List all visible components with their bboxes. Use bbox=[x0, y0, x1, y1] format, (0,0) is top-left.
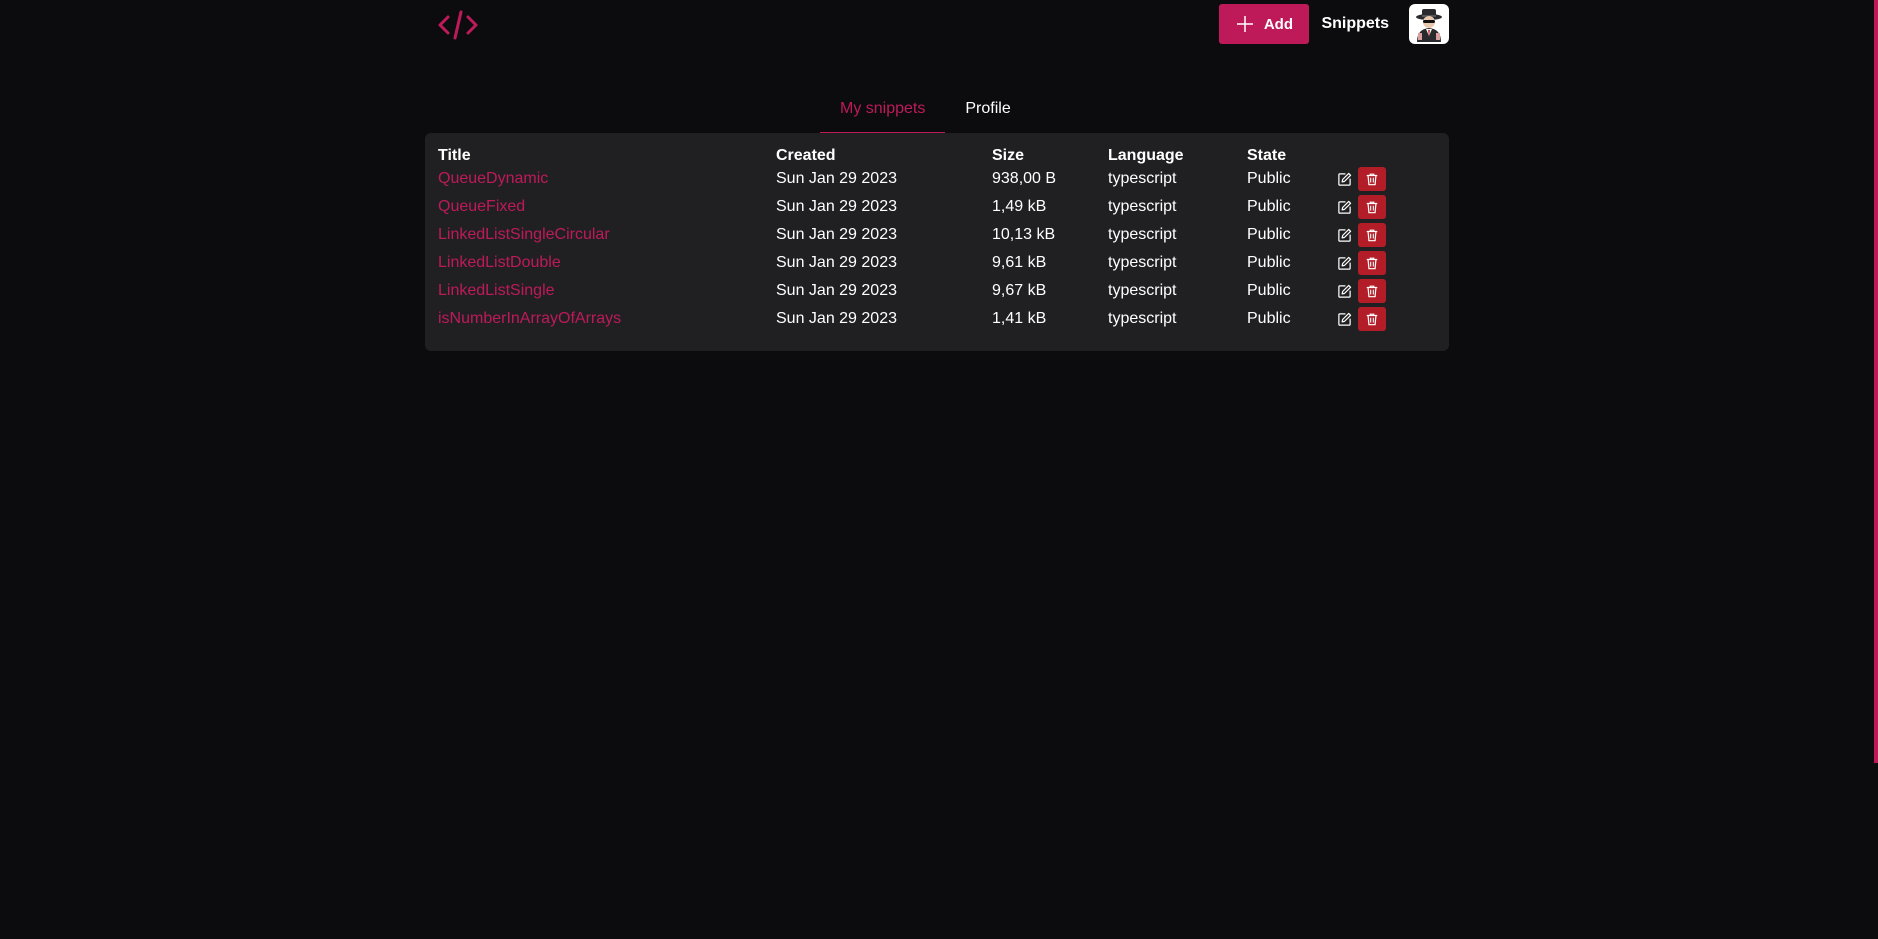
snippet-language: typescript bbox=[1108, 226, 1177, 243]
delete-button[interactable] bbox=[1358, 195, 1386, 219]
edit-icon[interactable] bbox=[1336, 199, 1352, 215]
trash-icon bbox=[1366, 257, 1378, 270]
header-title: Title bbox=[438, 147, 471, 164]
snippet-title-link[interactable]: isNumberInArrayOfArrays bbox=[438, 310, 621, 327]
scrollbar[interactable] bbox=[1874, 0, 1878, 763]
delete-button[interactable] bbox=[1358, 307, 1386, 331]
plus-icon bbox=[1236, 15, 1254, 33]
snippet-language: typescript bbox=[1108, 310, 1177, 327]
snippet-title-link[interactable]: LinkedListSingleCircular bbox=[438, 226, 610, 243]
row-actions bbox=[1336, 307, 1416, 331]
snippet-state: Public bbox=[1247, 226, 1291, 243]
row-actions bbox=[1336, 251, 1416, 275]
snippet-created: Sun Jan 29 2023 bbox=[776, 198, 897, 215]
header-size: Size bbox=[992, 147, 1025, 164]
edit-icon[interactable] bbox=[1336, 255, 1352, 271]
snippet-state: Public bbox=[1247, 254, 1291, 271]
snippet-size: 938,00 B bbox=[992, 170, 1057, 187]
header-created: Created bbox=[776, 147, 836, 164]
snippet-language: typescript bbox=[1108, 170, 1177, 187]
row-actions bbox=[1336, 167, 1416, 191]
snippet-created: Sun Jan 29 2023 bbox=[776, 170, 897, 187]
snippets-table: Title Created Size Language State QueueD… bbox=[438, 147, 1416, 333]
spy-avatar-icon[interactable] bbox=[1409, 4, 1449, 44]
header-actions: Add Snippets bbox=[1219, 4, 1449, 44]
snippet-title-link[interactable]: QueueFixed bbox=[438, 198, 525, 215]
nav-snippets-link[interactable]: Snippets bbox=[1321, 15, 1389, 33]
table-header-row: Title Created Size Language State bbox=[438, 147, 1416, 165]
delete-button[interactable] bbox=[1358, 251, 1386, 275]
table-row: QueueDynamic Sun Jan 29 2023 938,00 B ty… bbox=[438, 165, 1416, 193]
table-row: LinkedListSingle Sun Jan 29 2023 9,67 kB… bbox=[438, 277, 1416, 305]
snippet-size: 1,41 kB bbox=[992, 310, 1047, 327]
header-actions bbox=[1336, 147, 1416, 165]
snippet-language: typescript bbox=[1108, 282, 1177, 299]
header: Add Snippets bbox=[425, 0, 1449, 48]
header-language: Language bbox=[1108, 147, 1184, 164]
delete-button[interactable] bbox=[1358, 223, 1386, 247]
trash-icon bbox=[1366, 201, 1378, 214]
tab-profile[interactable]: Profile bbox=[945, 100, 1030, 132]
edit-icon[interactable] bbox=[1336, 283, 1352, 299]
table-row: LinkedListDouble Sun Jan 29 2023 9,61 kB… bbox=[438, 249, 1416, 277]
trash-icon bbox=[1366, 313, 1378, 326]
add-button[interactable]: Add bbox=[1219, 4, 1310, 44]
snippet-title-link[interactable]: QueueDynamic bbox=[438, 170, 548, 187]
row-actions bbox=[1336, 223, 1416, 247]
table-row: LinkedListSingleCircular Sun Jan 29 2023… bbox=[438, 221, 1416, 249]
snippet-created: Sun Jan 29 2023 bbox=[776, 310, 897, 327]
edit-icon[interactable] bbox=[1336, 311, 1352, 327]
snippet-created: Sun Jan 29 2023 bbox=[776, 254, 897, 271]
table-row: isNumberInArrayOfArrays Sun Jan 29 2023 … bbox=[438, 305, 1416, 333]
snippet-state: Public bbox=[1247, 170, 1291, 187]
snippet-title-link[interactable]: LinkedListSingle bbox=[438, 282, 555, 299]
snippet-language: typescript bbox=[1108, 198, 1177, 215]
table-row: QueueFixed Sun Jan 29 2023 1,49 kB types… bbox=[438, 193, 1416, 221]
snippet-size: 1,49 kB bbox=[992, 198, 1047, 215]
trash-icon bbox=[1366, 173, 1378, 186]
trash-icon bbox=[1366, 285, 1378, 298]
snippet-size: 9,61 kB bbox=[992, 254, 1047, 271]
snippet-created: Sun Jan 29 2023 bbox=[776, 282, 897, 299]
snippet-size: 9,67 kB bbox=[992, 282, 1047, 299]
row-actions bbox=[1336, 195, 1416, 219]
header-state: State bbox=[1247, 147, 1287, 164]
snippet-state: Public bbox=[1247, 282, 1291, 299]
snippet-created: Sun Jan 29 2023 bbox=[776, 226, 897, 243]
snippets-panel: Title Created Size Language State QueueD… bbox=[425, 133, 1449, 351]
add-button-label: Add bbox=[1263, 15, 1294, 33]
tab-my-snippets[interactable]: My snippets bbox=[820, 100, 946, 134]
edit-icon[interactable] bbox=[1336, 227, 1352, 243]
tab-bar: My snippets Profile bbox=[820, 100, 1031, 134]
snippet-state: Public bbox=[1247, 310, 1291, 327]
snippet-language: typescript bbox=[1108, 254, 1177, 271]
snippet-state: Public bbox=[1247, 198, 1291, 215]
row-actions bbox=[1336, 279, 1416, 303]
delete-button[interactable] bbox=[1358, 167, 1386, 191]
code-brackets-icon[interactable] bbox=[435, 8, 481, 42]
snippet-size: 10,13 kB bbox=[992, 226, 1056, 243]
trash-icon bbox=[1366, 229, 1378, 242]
snippet-title-link[interactable]: LinkedListDouble bbox=[438, 254, 561, 271]
delete-button[interactable] bbox=[1358, 279, 1386, 303]
edit-icon[interactable] bbox=[1336, 171, 1352, 187]
